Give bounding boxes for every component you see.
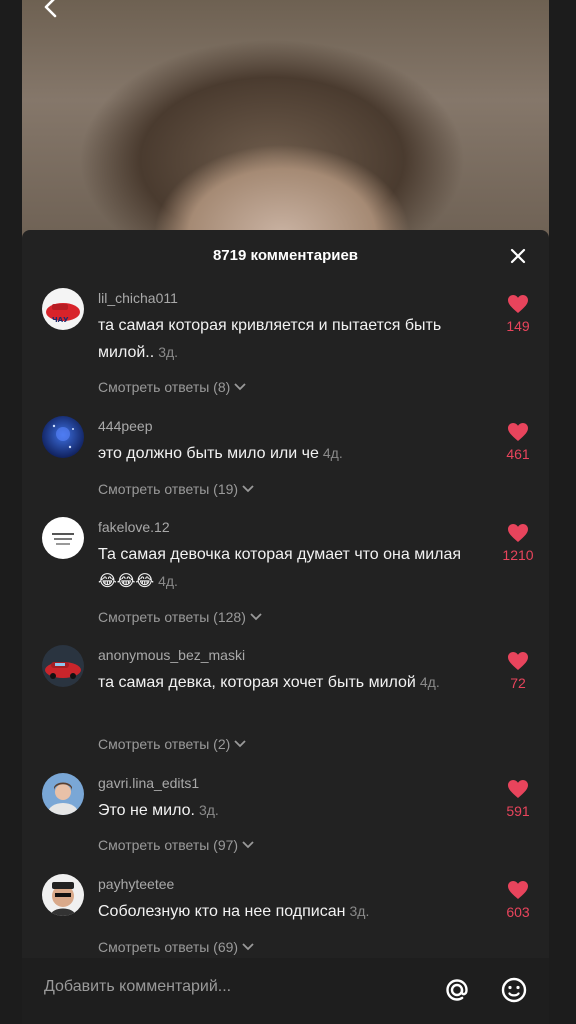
heart-icon [508, 652, 528, 670]
comment-text: та самая которая кривляется и пытается б… [98, 317, 442, 361]
comment-username[interactable]: 444peep [98, 418, 153, 434]
avatar[interactable] [42, 517, 84, 559]
emoji-icon [501, 977, 527, 1003]
view-replies-label: Смотреть ответы (2) [98, 736, 231, 752]
avatar[interactable] [42, 773, 84, 815]
comment-username[interactable]: anonymous_bez_maski [98, 647, 245, 663]
comment-item: fakelove.12 Та самая девочка которая дум… [22, 517, 549, 637]
view-replies-link[interactable]: Смотреть ответы (128) [98, 609, 263, 625]
comment-time: 3д. [158, 344, 179, 360]
chevron-down-icon [250, 613, 262, 621]
like-button[interactable]: 591 [498, 779, 538, 819]
avatar[interactable]: ЧАУ [42, 288, 84, 330]
like-button[interactable]: 149 [498, 294, 538, 334]
video-background [22, 0, 549, 250]
heart-icon [508, 524, 528, 542]
mention-button[interactable] [442, 975, 472, 1005]
close-icon [510, 248, 526, 264]
sheet-header: 8719 комментариев [22, 230, 549, 280]
like-count: 72 [510, 675, 526, 691]
chevron-down-icon [242, 485, 254, 493]
view-replies-label: Смотреть ответы (97) [98, 837, 239, 853]
chevron-down-icon [234, 383, 246, 391]
heart-icon [508, 423, 528, 441]
like-count: 1210 [502, 547, 534, 563]
comment-item: payhyteetee Соболезную кто на нее подпис… [22, 874, 549, 958]
comment-item: anonymous_bez_maski та самая девка, кото… [22, 645, 549, 765]
like-button[interactable]: 603 [498, 880, 538, 920]
like-button[interactable]: 461 [498, 422, 538, 462]
chevron-down-icon [234, 740, 246, 748]
like-button[interactable]: 1210 [498, 523, 538, 563]
comment-input[interactable]: Добавить комментарий... [44, 978, 231, 996]
view-replies-label: Смотреть ответы (19) [98, 481, 239, 497]
like-count: 149 [506, 318, 530, 334]
comment-time: 3д. [198, 802, 219, 818]
like-count: 461 [506, 446, 530, 462]
comment-text: Это не мило. 3д. [98, 802, 219, 819]
heart-icon [508, 881, 528, 899]
close-button[interactable] [506, 244, 530, 268]
comment-item: ЧАУ lil_chicha011 та самая которая кривл… [22, 288, 549, 408]
comment-text: Соболезную кто на нее подписан 3д. [98, 903, 370, 920]
comment-time: 3д. [349, 903, 370, 919]
comment-username[interactable]: payhyteetee [98, 876, 174, 892]
like-button[interactable]: 72 [498, 651, 538, 691]
view-replies-link[interactable]: Смотреть ответы (8) [98, 379, 247, 395]
avatar[interactable] [42, 416, 84, 458]
comment-text: Та самая девочка которая думает что она … [98, 546, 462, 590]
avatar[interactable] [42, 874, 84, 916]
comment-username[interactable]: gavri.lina_edits1 [98, 775, 199, 791]
back-icon [44, 0, 57, 18]
comment-time: 4д. [158, 573, 178, 589]
view-replies-label: Смотреть ответы (128) [98, 609, 246, 625]
avatar[interactable] [42, 645, 84, 687]
comment-time: 4д. [322, 445, 343, 461]
comment-item: 444peep это должно быть мило или че 4д. С… [22, 416, 549, 506]
comment-text: та самая девка, которая хочет быть милой… [98, 674, 440, 691]
view-replies-label: Смотреть ответы (8) [98, 379, 231, 395]
like-count: 591 [506, 803, 530, 819]
view-replies-link[interactable]: Смотреть ответы (2) [98, 736, 247, 752]
back-button[interactable] [36, 0, 66, 24]
svg-text:ЧАУ: ЧАУ [52, 316, 69, 324]
left-margin [0, 0, 22, 1024]
comments-sheet: 8719 комментариев ЧАУ lil_chicha011 та с… [22, 230, 549, 958]
right-margin [549, 0, 576, 1024]
heart-icon [508, 780, 528, 798]
comment-username[interactable]: lil_chicha011 [98, 290, 178, 306]
comment-text: это должно быть мило или че 4д. [98, 445, 343, 462]
comment-item: gavri.lina_edits1 Это не мило. 3д. Смотре… [22, 773, 549, 863]
comment-username[interactable]: fakelove.12 [98, 519, 170, 535]
comments-count-title: 8719 комментариев [212, 247, 359, 264]
comment-input-bar: Добавить комментарий... [22, 958, 549, 1024]
chevron-down-icon [242, 943, 254, 951]
view-replies-link[interactable]: Смотреть ответы (19) [98, 481, 255, 497]
emoji-button[interactable] [499, 975, 529, 1005]
comment-time: 4д. [419, 674, 440, 690]
like-count: 603 [506, 904, 530, 920]
view-replies-link[interactable]: Смотреть ответы (97) [98, 837, 255, 853]
chevron-down-icon [242, 841, 254, 849]
view-replies-link[interactable]: Смотреть ответы (69) [98, 939, 255, 955]
at-icon [446, 979, 468, 1001]
heart-icon [508, 295, 528, 313]
view-replies-label: Смотреть ответы (69) [98, 939, 239, 955]
